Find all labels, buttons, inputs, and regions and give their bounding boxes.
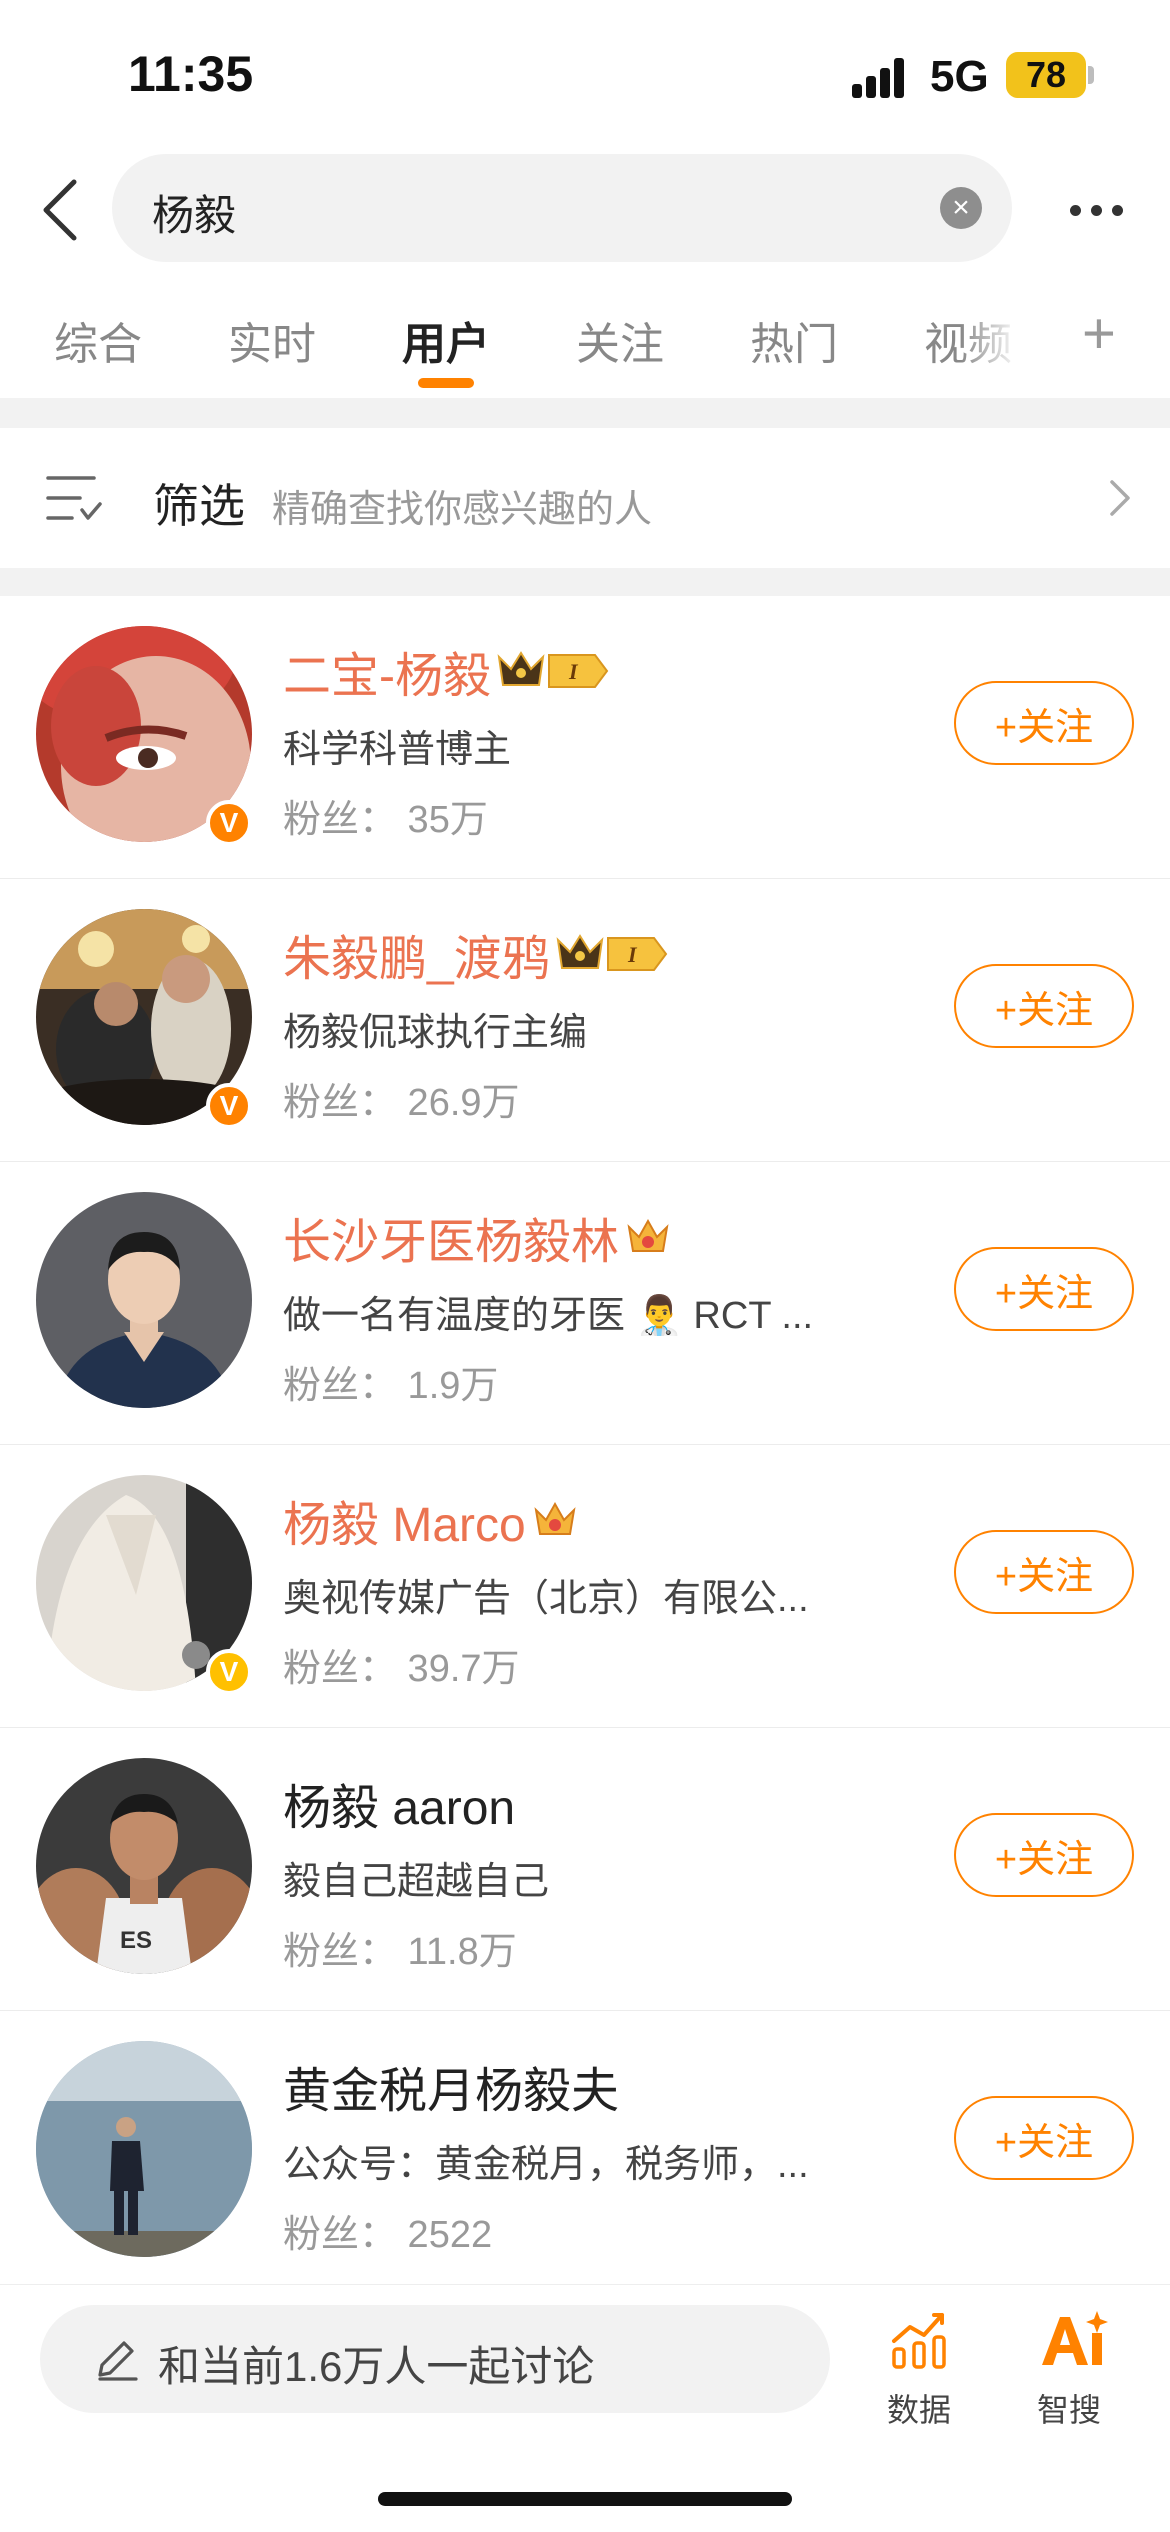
- user-fans-count: 粉丝： 39.7万: [283, 1648, 520, 1690]
- user-name[interactable]: 二宝-杨毅 I: [283, 636, 609, 706]
- data-chart-icon: [892, 2313, 946, 2369]
- user-description: 公众号：黄金税月，税务师，...: [283, 2144, 809, 2186]
- discuss-label: 和当前1.6万人一起讨论: [158, 2343, 595, 2390]
- section-divider: [0, 568, 1170, 596]
- data-label: 数据: [886, 2392, 951, 2428]
- user-description: 奥视传媒广告（北京）有限公...: [283, 1578, 809, 1620]
- data-button[interactable]: 数据: [864, 2305, 974, 2428]
- verified-badge-icon: V: [206, 1649, 252, 1695]
- filter-title: 筛选: [153, 480, 245, 532]
- status-bar: 11:35 5G 78: [0, 0, 1170, 150]
- chevron-left-icon: [43, 179, 77, 241]
- user-name[interactable]: 朱毅鹏_渡鸦 I: [283, 919, 668, 989]
- more-options-button[interactable]: [1056, 190, 1136, 230]
- tab-realtime[interactable]: 实时: [228, 308, 316, 372]
- follow-button[interactable]: +关注: [954, 681, 1134, 765]
- follow-button[interactable]: +关注: [954, 1530, 1134, 1614]
- user-row[interactable]: V 杨毅 Marco 奥视传媒广告（北京）有限公... 粉丝： 39.7万 +关…: [0, 1445, 1170, 1728]
- network-type: 5G: [930, 52, 989, 101]
- ai-search-label: 智搜: [1036, 2392, 1101, 2428]
- verified-badge-icon: V: [206, 1083, 252, 1129]
- user-description: 科学科普博主: [283, 729, 512, 771]
- follow-button[interactable]: +关注: [954, 1813, 1134, 1897]
- section-divider: [0, 398, 1170, 428]
- avatar[interactable]: [36, 1192, 252, 1408]
- svg-text:ES: ES: [120, 1927, 152, 1954]
- active-tab-indicator: [418, 378, 474, 388]
- crown-badge-icon: I: [497, 651, 609, 688]
- user-name[interactable]: 长沙牙医杨毅林: [283, 1202, 671, 1272]
- chevron-right-icon: [1110, 480, 1130, 516]
- small-crown-icon: [627, 1218, 669, 1252]
- filter-row[interactable]: 筛选 精确查找你感兴趣的人: [0, 428, 1170, 568]
- follow-button[interactable]: +关注: [954, 2096, 1134, 2180]
- user-fans-count: 粉丝： 35万: [283, 799, 488, 841]
- search-header: 杨毅 ×: [0, 150, 1170, 270]
- tab-users[interactable]: 用户: [402, 308, 490, 372]
- follow-button[interactable]: +关注: [954, 964, 1134, 1048]
- user-row[interactable]: 长沙牙医杨毅林 做一名有温度的牙医 👨‍⚕️ RCT ... 粉丝： 1.9万 …: [0, 1162, 1170, 1445]
- back-button[interactable]: [30, 172, 90, 248]
- user-fans-count: 粉丝： 11.8万: [283, 1931, 517, 1973]
- user-name-text: 长沙牙医杨毅林: [283, 1216, 620, 1269]
- user-name-text: 杨毅 Marco: [283, 1499, 526, 1552]
- tab-comprehensive[interactable]: 综合: [54, 308, 142, 372]
- status-time: 11:35: [128, 46, 254, 102]
- user-name[interactable]: 杨毅 aaron: [283, 1768, 515, 1838]
- svg-text:I: I: [568, 659, 579, 684]
- home-indicator: [378, 2492, 792, 2506]
- more-dot-icon: [1069, 204, 1081, 216]
- battery-icon: 78: [1006, 52, 1086, 98]
- user-name[interactable]: 黄金税月杨毅夫: [283, 2051, 619, 2121]
- search-input[interactable]: 杨毅 ×: [112, 154, 1012, 262]
- discuss-input[interactable]: 和当前1.6万人一起讨论: [40, 2305, 830, 2413]
- user-name[interactable]: 杨毅 Marco: [283, 1485, 578, 1555]
- avatar[interactable]: ES: [36, 1758, 252, 1974]
- user-name-text: 黄金税月杨毅夫: [283, 2065, 620, 2118]
- crown-badge-icon: I: [556, 934, 667, 971]
- user-name-text: 杨毅 aaron: [283, 1782, 516, 1835]
- user-row[interactable]: V 二宝-杨毅 I 科学科普博主 粉丝： 35万 +关注: [0, 596, 1170, 879]
- verified-badge-icon: V: [206, 800, 252, 846]
- user-list: V 二宝-杨毅 I 科学科普博主 粉丝： 35万 +关注 V 朱毅鹏_渡鸦 I …: [0, 596, 1170, 2294]
- user-name-text: 二宝-杨毅: [283, 650, 491, 703]
- user-row[interactable]: 黄金税月杨毅夫 公众号：黄金税月，税务师，... 粉丝： 2522 +关注: [0, 2011, 1170, 2294]
- follow-button[interactable]: +关注: [954, 1247, 1134, 1331]
- cellular-signal-icon: [852, 58, 914, 98]
- ai-search-button[interactable]: 智搜: [1014, 2305, 1124, 2428]
- tab-following[interactable]: 关注: [576, 308, 664, 372]
- user-description: 毅自己超越自己: [283, 1861, 550, 1903]
- user-name-text: 朱毅鹏_渡鸦: [283, 933, 550, 986]
- search-query: 杨毅: [152, 192, 237, 239]
- add-tab-icon[interactable]: +: [1082, 300, 1116, 367]
- filter-list-icon: [46, 476, 102, 520]
- clear-search-button[interactable]: ×: [940, 187, 982, 229]
- tab-hot[interactable]: 热门: [750, 308, 838, 372]
- user-description: 做一名有温度的牙医 👨‍⚕️ RCT ...: [283, 1295, 814, 1337]
- avatar[interactable]: [36, 2041, 252, 2257]
- user-description: 杨毅侃球执行主编: [283, 1012, 588, 1054]
- svg-text:I: I: [627, 942, 638, 967]
- user-fans-count: 粉丝： 26.9万: [283, 1082, 520, 1124]
- pencil-icon: [98, 2341, 138, 2381]
- more-dot-icon: [1090, 204, 1102, 216]
- user-row[interactable]: V 朱毅鹏_渡鸦 I 杨毅侃球执行主编 粉丝： 26.9万 +关注: [0, 879, 1170, 1162]
- user-row[interactable]: ES 杨毅 aaron 毅自己超越自己 粉丝： 11.8万 +关注: [0, 1728, 1170, 2011]
- user-fans-count: 粉丝： 1.9万: [283, 1365, 499, 1407]
- battery-tip: [1088, 66, 1094, 84]
- search-tabs: 综合 实时 用户 关注 热门 视频 +: [0, 290, 1170, 390]
- filter-subtitle: 精确查找你感兴趣的人: [272, 489, 653, 531]
- user-fans-count: 粉丝： 2522: [283, 2214, 493, 2256]
- more-dot-icon: [1111, 204, 1123, 216]
- close-icon: ×: [952, 191, 970, 224]
- tab-fade: [960, 290, 1020, 390]
- small-crown-icon: [534, 1501, 576, 1535]
- battery-level: 78: [1025, 54, 1067, 95]
- ai-search-icon: [1042, 2311, 1108, 2365]
